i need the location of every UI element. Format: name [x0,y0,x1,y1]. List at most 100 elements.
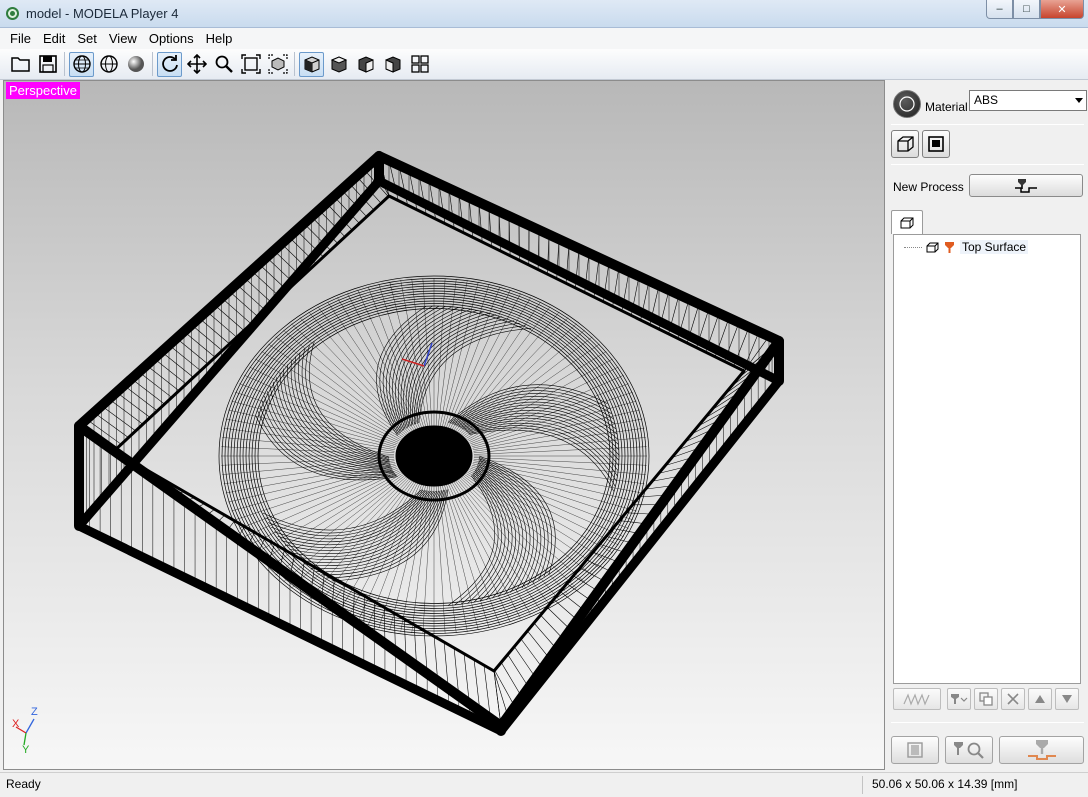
status-text: Ready [6,777,41,791]
window-controls: – □ ✕ [986,0,1084,20]
rotate-button[interactable] [157,51,182,77]
axis-y-label: Y [22,744,30,753]
four-views-button[interactable] [407,52,432,77]
menu-help[interactable]: Help [200,28,239,49]
axis-z-label: Z [31,706,38,718]
process-tab[interactable] [891,210,923,234]
tool-icon [945,241,954,253]
new-process-button[interactable] [969,174,1083,197]
move-up-button[interactable] [1028,688,1052,710]
wireframe-sphere-icon [72,55,91,73]
workpiece-icon [928,136,944,152]
front-view-icon [304,56,319,73]
right-panel: Material ABS New Process Top Surface [887,80,1088,770]
axis-triad: Z X Y [12,706,38,753]
title-bar: model - MODELA Player 4 – □ ✕ [0,0,1088,28]
3d-viewport[interactable]: Perspective Z X Y [3,80,885,770]
view-mode-label: Perspective [6,82,80,99]
pan-icon [186,54,207,74]
box-outline-icon [926,242,939,252]
new-process-label: New Process [893,180,964,194]
status-separator [862,776,863,794]
divider [891,164,1084,165]
app-icon [6,7,19,20]
axis-x-label: X [12,718,20,730]
cut-button[interactable] [999,736,1084,764]
open-button[interactable] [8,52,33,77]
copy-process-button[interactable] [974,688,998,710]
rotate-icon [161,55,178,72]
save-icon [38,55,57,73]
left-view-button[interactable] [380,52,405,77]
tree-item-top-surface[interactable]: Top Surface [904,239,1029,255]
outline-view-button[interactable] [96,52,121,77]
preview-cutting-button[interactable] [945,736,993,764]
right-view-button[interactable] [353,52,378,77]
fit-view-icon [240,54,261,74]
divider [891,722,1084,723]
chevron-down-icon [1075,98,1083,103]
tool-dropdown-button[interactable] [947,688,971,710]
delete-icon [1007,693,1019,705]
close-button[interactable]: ✕ [1040,0,1084,19]
top-view-button[interactable] [326,52,351,77]
model-size-button[interactable] [891,130,919,158]
box-outline-icon [897,136,914,152]
menu-set[interactable]: Set [71,28,103,49]
tree-connector [904,246,922,248]
material-row: Material ABS [891,88,1087,120]
preview-zoom-icon [954,742,984,759]
wireframe-view-button[interactable] [69,51,94,77]
tool-icon [951,694,968,704]
top-view-icon [330,56,347,73]
four-views-icon [410,55,429,73]
fit-view-button[interactable] [238,52,263,77]
preview-path-button[interactable] [893,688,941,710]
zoom-icon [215,55,233,73]
toolpath-icon [903,693,930,706]
material-label: Material [925,100,968,114]
move-down-button[interactable] [1055,688,1079,710]
pan-button[interactable] [184,52,209,77]
new-process-icon [1015,178,1037,193]
tree-actions [893,688,1081,712]
delete-process-button[interactable] [1001,688,1025,710]
cutting-tool-icon [1027,740,1056,760]
zoom-button[interactable] [211,52,236,77]
left-view-icon [385,56,400,73]
toolbar-separator [294,52,295,76]
outline-sphere-icon [99,55,118,73]
tool-settings-button[interactable] [893,90,921,118]
arrow-down-icon [1062,695,1072,703]
status-bar: Ready 50.06 x 50.06 x 14.39 [mm] [0,772,1088,797]
menu-file[interactable]: File [4,28,37,49]
compass-icon [899,96,915,112]
save-button[interactable] [35,52,60,77]
process-tree[interactable]: Top Surface [893,234,1081,684]
right-view-icon [358,56,373,73]
bottom-actions [891,736,1084,766]
box-outline-icon [900,217,914,228]
zoom-box-button[interactable] [265,52,290,77]
list-icon [907,742,923,758]
wireframe-model [74,151,784,736]
divider [891,124,1084,125]
toolbar [0,49,1088,80]
toolbar-separator [64,52,65,76]
front-view-button[interactable] [299,51,324,77]
maximize-button[interactable]: □ [1013,0,1040,19]
shaded-view-button[interactable] [123,52,148,77]
zoom-box-icon [267,54,288,74]
menu-bar: File Edit Set View Options Help [0,28,1088,49]
open-folder-icon [10,57,30,72]
menu-options[interactable]: Options [143,28,200,49]
process-list-button[interactable] [891,736,939,764]
minimize-button[interactable]: – [986,0,1013,19]
toolbar-separator [152,52,153,76]
workpiece-button[interactable] [922,130,950,158]
menu-view[interactable]: View [103,28,143,49]
tree-item-label: Top Surface [960,240,1029,254]
material-select[interactable]: ABS [969,90,1087,111]
menu-edit[interactable]: Edit [37,28,71,49]
model-dimensions: 50.06 x 50.06 x 14.39 [mm] [872,777,1018,791]
